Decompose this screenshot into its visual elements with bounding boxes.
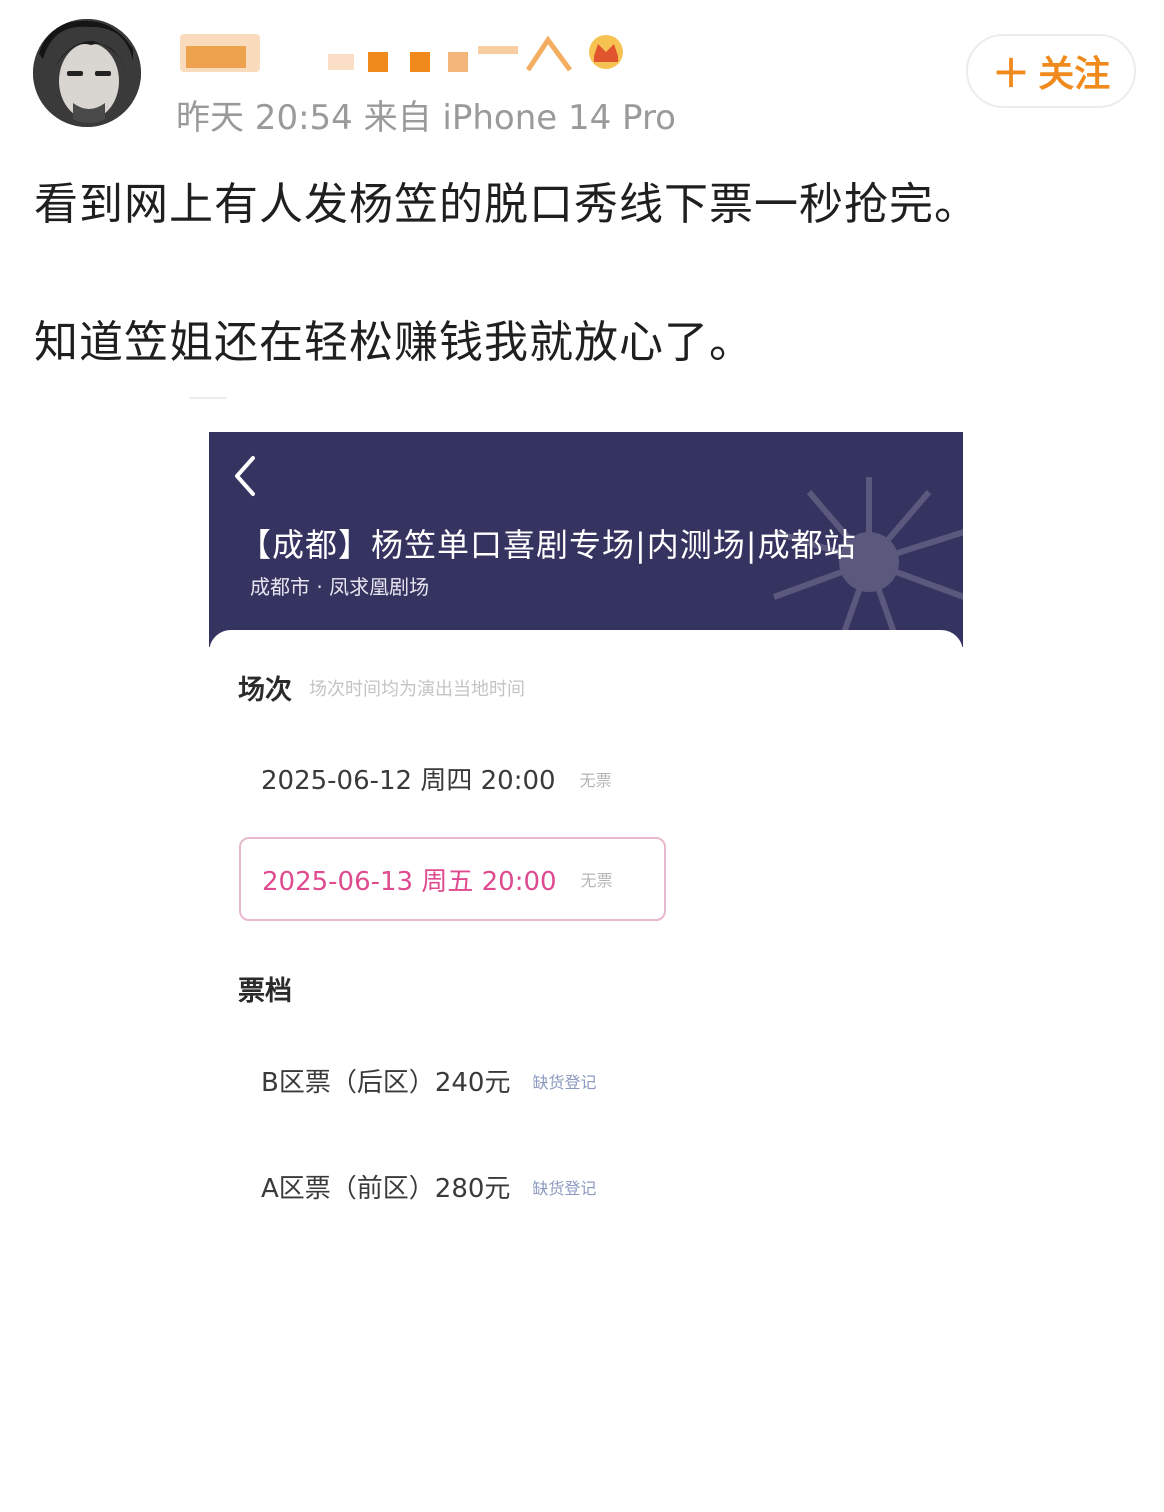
tier-option-text: B区票（后区）240元	[261, 1068, 511, 1098]
tier-section-label: 票档	[238, 976, 292, 1007]
post-text-line-1: 看到网上有人发杨笠的脱口秀线下票一秒抢完。	[34, 179, 979, 230]
weibo-post: 昨天 20:54 来自 iPhone 14 Pro + 关注 看到网上有人发杨笠…	[0, 0, 1164, 1512]
venue-label: 成都市 · 凤求凰剧场	[250, 575, 430, 599]
session-option[interactable]: 2025-06-12 周四 20:00 无票	[261, 760, 612, 797]
tier-option[interactable]: A区票（前区）280元 缺货登记	[261, 1168, 596, 1205]
crown-badge-icon	[589, 35, 623, 69]
show-header: 【成都】杨笠单口喜剧专场|内测场|成都站 成都市 · 凤求凰剧场	[209, 432, 963, 647]
follow-button[interactable]: + 关注	[966, 34, 1136, 108]
waitlist-link[interactable]: 缺货登记	[532, 1069, 596, 1093]
session-option-text: 2025-06-12 周四 20:00	[261, 766, 556, 796]
session-status: 无票	[580, 871, 613, 890]
post-text-line-2: 知道笠姐还在轻松赚钱我就放心了。	[34, 317, 754, 368]
waitlist-link[interactable]: 缺货登记	[532, 1175, 596, 1199]
session-option-selected[interactable]: 2025-06-13 周五 20:00 无票	[239, 837, 666, 921]
avatar[interactable]	[33, 19, 141, 127]
post-meta: 昨天 20:54 来自 iPhone 14 Pro	[176, 98, 676, 138]
divider	[190, 397, 226, 399]
tier-option-text: A区票（前区）280元	[261, 1174, 511, 1204]
session-option-text: 2025-06-13 周五 20:00	[262, 866, 557, 897]
session-section-label: 场次	[238, 675, 292, 706]
tier-option[interactable]: B区票（后区）240元 缺货登记	[261, 1062, 596, 1099]
back-chevron-icon[interactable]	[231, 454, 259, 498]
plus-icon: +	[991, 44, 1031, 98]
selection-sheet: 场次 场次时间均为演出当地时间 2025-06-12 周四 20:00 无票 2…	[209, 630, 963, 1272]
session-status: 无票	[579, 770, 612, 790]
username-blurred[interactable]	[178, 26, 638, 84]
show-title: 【成都】杨笠单口喜剧专场|内测场|成都站	[239, 526, 857, 564]
follow-label: 关注	[1038, 54, 1111, 95]
embedded-screenshot[interactable]: 【成都】杨笠单口喜剧专场|内测场|成都站 成都市 · 凤求凰剧场 场次 场次时间…	[209, 432, 963, 1272]
session-section-note: 场次时间均为演出当地时间	[309, 679, 525, 700]
